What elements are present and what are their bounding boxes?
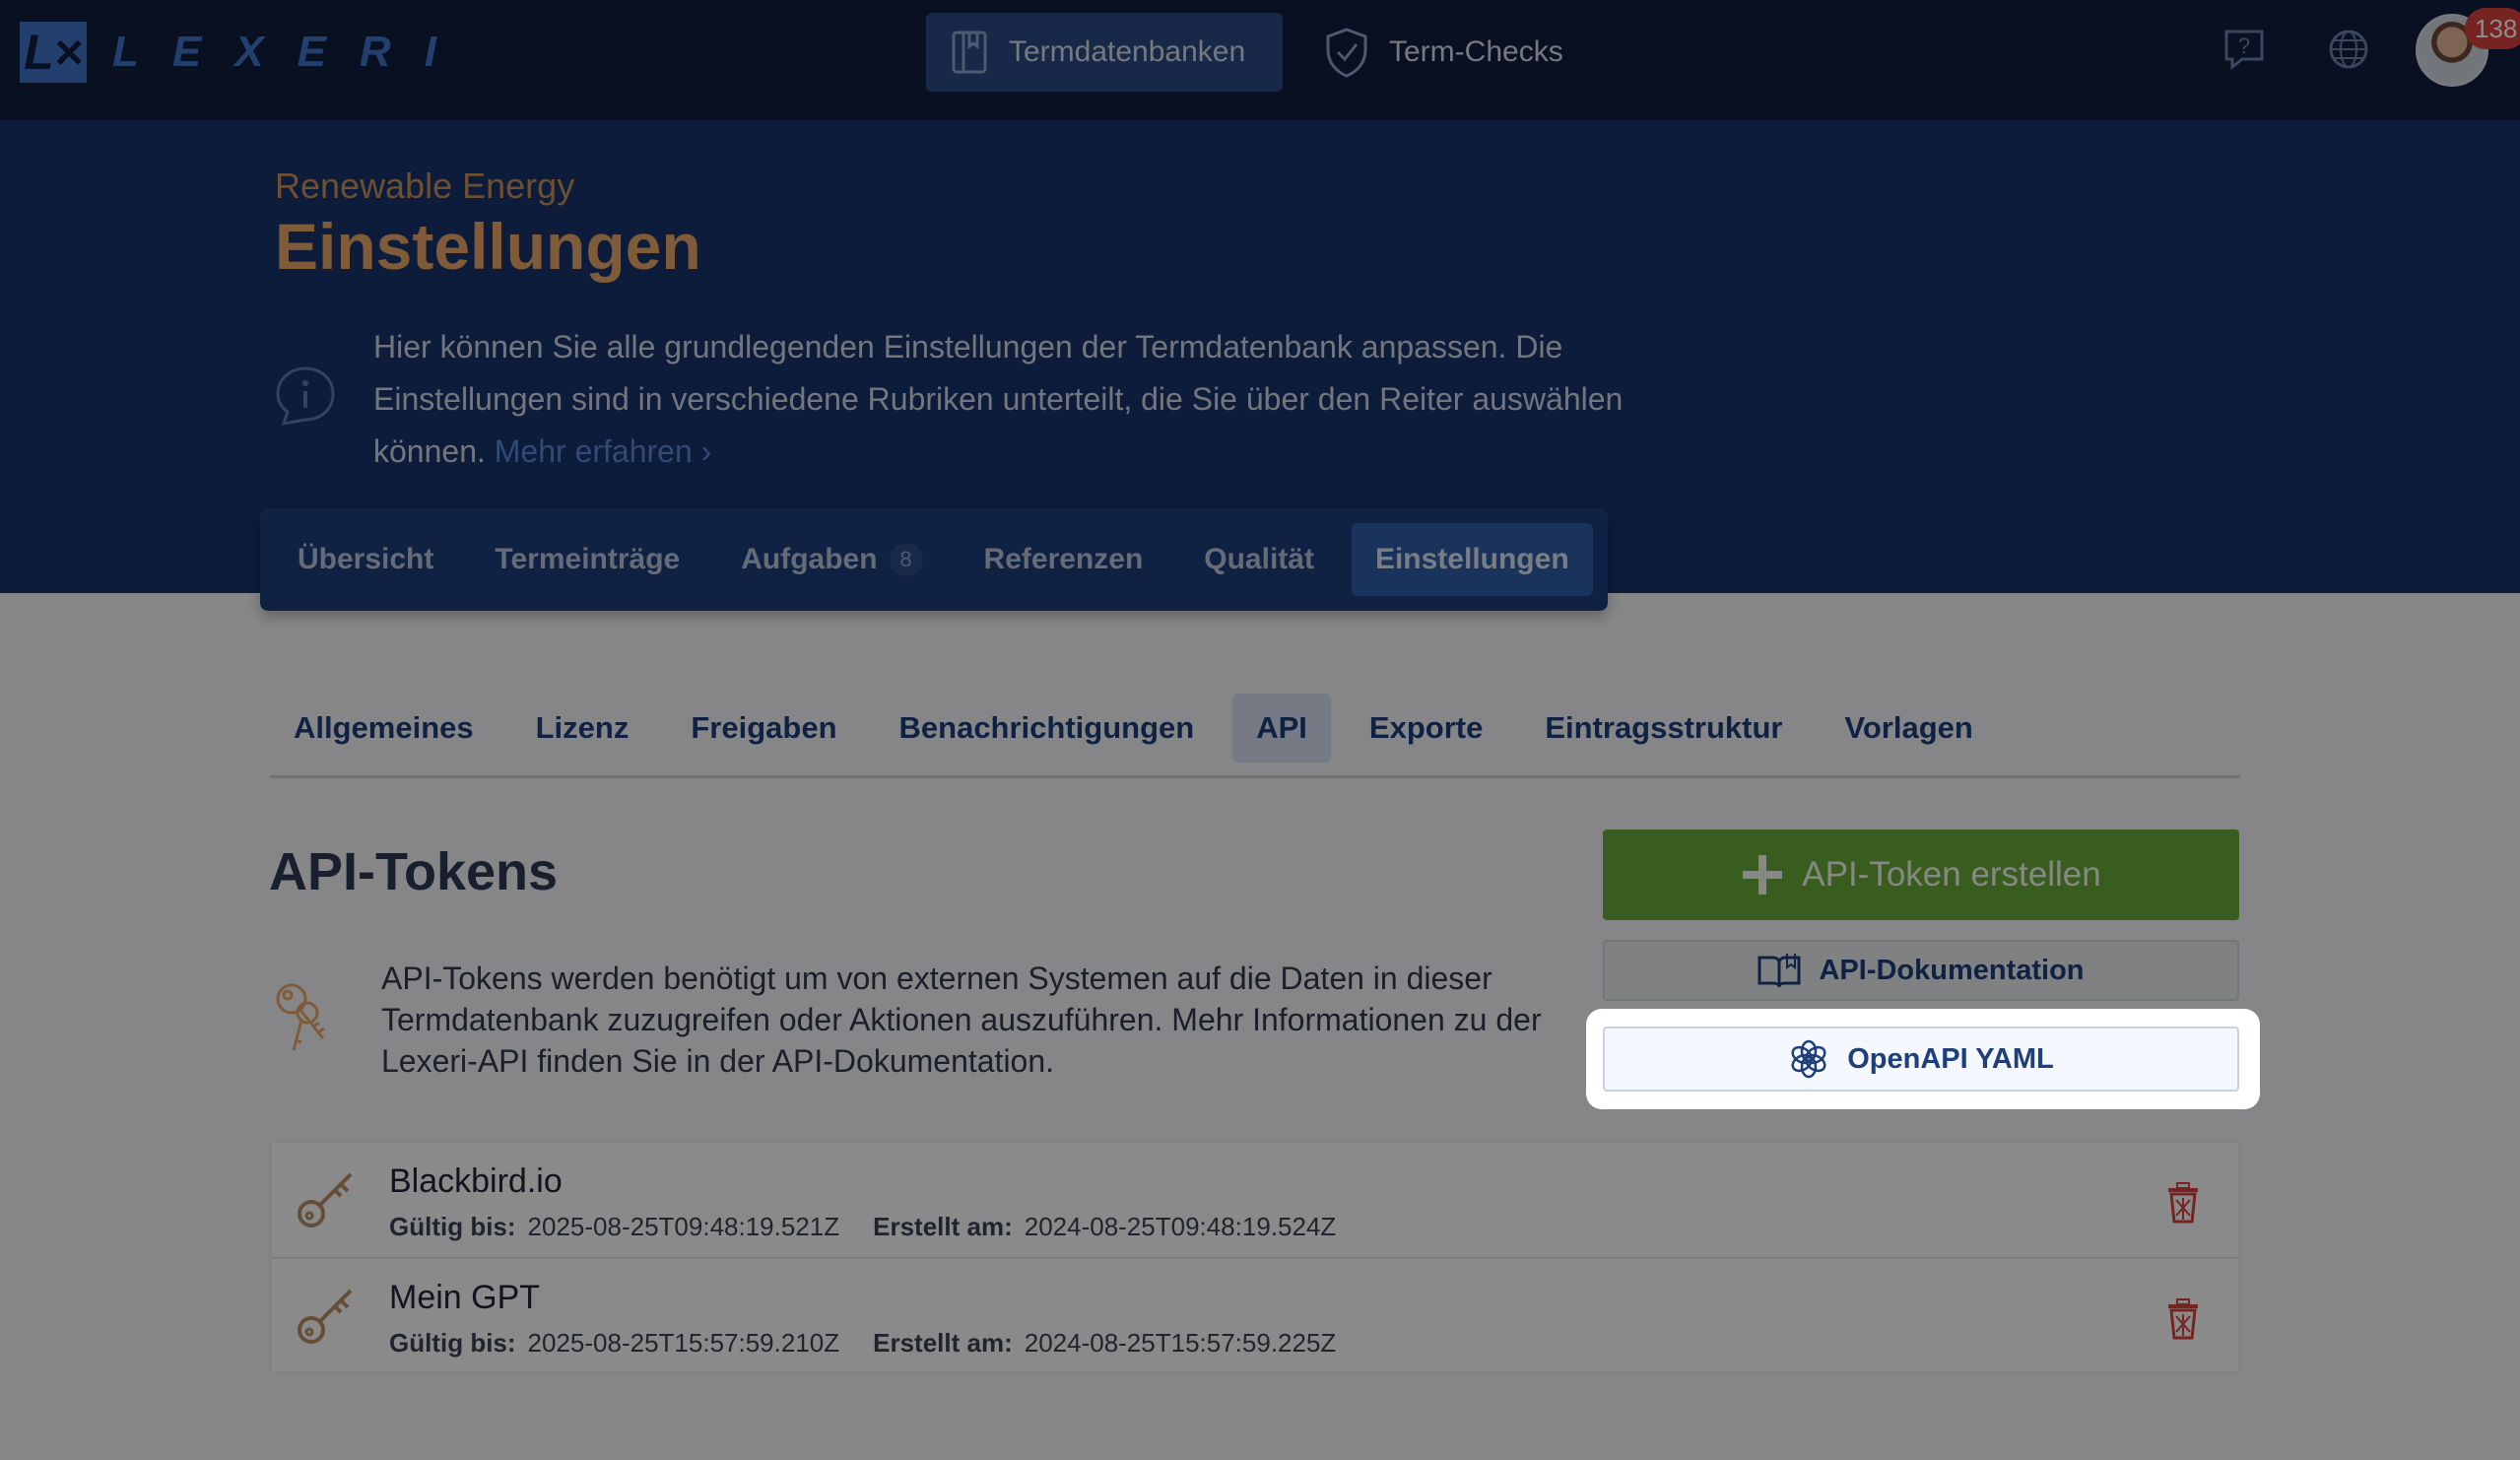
settings-subtabs: Allgemeines Lizenz Freigaben Benachricht…	[270, 680, 2240, 778]
token-name: Mein GPT	[389, 1279, 541, 1316]
logo-text: LEXERI	[112, 28, 470, 76]
token-row: Mein GPT Gültig bis: 2025-08-25T15:57:59.…	[272, 1257, 2238, 1371]
token-valid: Gültig bis: 2025-08-25T09:48:19.521Z	[389, 1212, 839, 1242]
tab-label: Referenzen	[983, 543, 1144, 575]
subtab-api[interactable]: API	[1232, 693, 1331, 763]
nav-term-checks-label: Term-Checks	[1389, 35, 1563, 68]
main-tabs: Übersicht Termeinträge Aufgaben 8 Referen…	[260, 508, 1608, 611]
created-value: 2024-08-25T09:48:19.524Z	[1024, 1212, 1337, 1241]
lexeri-logo[interactable]: L× LEXERI	[20, 22, 470, 83]
subtab-exporte[interactable]: Exporte	[1346, 694, 1506, 763]
subtab-freigaben[interactable]: Freigaben	[667, 694, 860, 763]
openapi-yaml-button[interactable]: OpenAPI YAML	[1603, 1027, 2239, 1092]
openai-icon	[1791, 1039, 1826, 1079]
valid-label: Gültig bis:	[389, 1212, 516, 1241]
tab-termeintraege[interactable]: Termeinträge	[471, 523, 703, 596]
tab-label: Aufgaben	[741, 543, 878, 575]
valid-label: Gültig bis:	[389, 1328, 516, 1358]
tab-referenzen[interactable]: Referenzen	[961, 523, 1167, 596]
api-docs-button[interactable]: API-Dokumentation	[1603, 940, 2239, 1001]
shield-check-icon	[1326, 28, 1367, 78]
token-meta: Gültig bis: 2025-08-25T09:48:19.521Z Erst…	[389, 1212, 1336, 1242]
svg-text:?: ?	[2238, 33, 2250, 58]
token-created: Erstellt am: 2024-08-25T15:57:59.225Z	[873, 1328, 1336, 1359]
api-tokens-title: API-Tokens	[269, 842, 559, 901]
valid-value: 2025-08-25T15:57:59.210Z	[527, 1328, 840, 1358]
created-label: Erstellt am:	[873, 1328, 1013, 1358]
trash-icon[interactable]	[2165, 1182, 2201, 1224]
aufgaben-count-badge: 8	[889, 543, 923, 576]
openapi-yaml-label: OpenAPI YAML	[1847, 1042, 2054, 1075]
keys-icon	[276, 983, 325, 1051]
help-chat-icon[interactable]: ?	[2222, 28, 2266, 71]
plus-icon	[1743, 855, 1783, 895]
book-open-icon	[1757, 954, 1801, 988]
tab-label: Qualität	[1204, 543, 1314, 575]
logo-mark: L×	[20, 22, 87, 83]
key-icon	[298, 1172, 353, 1228]
subtab-benachrichtigungen[interactable]: Benachrichtigungen	[876, 694, 1219, 763]
tab-label: Termeinträge	[495, 543, 681, 575]
info-chat-icon	[276, 366, 335, 426]
key-icon	[298, 1289, 353, 1344]
notification-badge[interactable]: 138	[2465, 8, 2520, 49]
page-title: Einstellungen	[275, 210, 701, 283]
subtab-allgemeines[interactable]: Allgemeines	[270, 694, 497, 763]
top-bar: L× LEXERI Termdatenbanken Term-Checks ? …	[0, 0, 2520, 120]
trash-icon[interactable]	[2165, 1298, 2201, 1340]
nav-term-checks[interactable]: Term-Checks	[1300, 13, 1596, 92]
token-created: Erstellt am: 2024-08-25T09:48:19.524Z	[873, 1212, 1336, 1242]
nav-termdatenbanken[interactable]: Termdatenbanken	[926, 13, 1283, 92]
token-name: Blackbird.io	[389, 1162, 563, 1200]
mehr-erfahren-link[interactable]: Mehr erfahren ›	[495, 433, 712, 469]
created-label: Erstellt am:	[873, 1212, 1013, 1241]
subtab-lizenz[interactable]: Lizenz	[512, 694, 653, 763]
subtab-eintragsstruktur[interactable]: Eintragsstruktur	[1521, 694, 1806, 763]
info-text: Hier können Sie alle grundlegenden Einst…	[373, 321, 1674, 478]
api-token-list: Blackbird.io Gültig bis: 2025-08-25T09:48…	[272, 1143, 2238, 1371]
tab-label: Einstellungen	[1374, 543, 1569, 575]
tab-qualitaet[interactable]: Qualität	[1180, 523, 1338, 596]
token-meta: Gültig bis: 2025-08-25T15:57:59.210Z Erst…	[389, 1328, 1336, 1359]
tab-aufgaben[interactable]: Aufgaben 8	[717, 523, 946, 596]
tab-label: Übersicht	[298, 543, 434, 575]
create-api-token-button[interactable]: API-Token erstellen	[1603, 830, 2239, 920]
token-row: Blackbird.io Gültig bis: 2025-08-25T09:48…	[272, 1143, 2238, 1257]
token-valid: Gültig bis: 2025-08-25T15:57:59.210Z	[389, 1328, 839, 1359]
create-api-token-label: API-Token erstellen	[1802, 855, 2101, 894]
api-docs-label: API-Dokumentation	[1819, 954, 2085, 986]
tab-einstellungen[interactable]: Einstellungen	[1351, 523, 1593, 596]
globe-icon[interactable]	[2327, 28, 2370, 71]
subtab-vorlagen[interactable]: Vorlagen	[1822, 694, 1997, 763]
book-icon	[952, 31, 987, 74]
tab-uebersicht[interactable]: Übersicht	[274, 523, 457, 596]
created-value: 2024-08-25T15:57:59.225Z	[1024, 1328, 1337, 1358]
valid-value: 2025-08-25T09:48:19.521Z	[527, 1212, 840, 1241]
api-tokens-description: API-Tokens werden benötigt um von extern…	[381, 961, 1542, 1079]
termdatabase-name: Renewable Energy	[275, 166, 575, 206]
nav-termdatenbanken-label: Termdatenbanken	[1009, 35, 1246, 68]
